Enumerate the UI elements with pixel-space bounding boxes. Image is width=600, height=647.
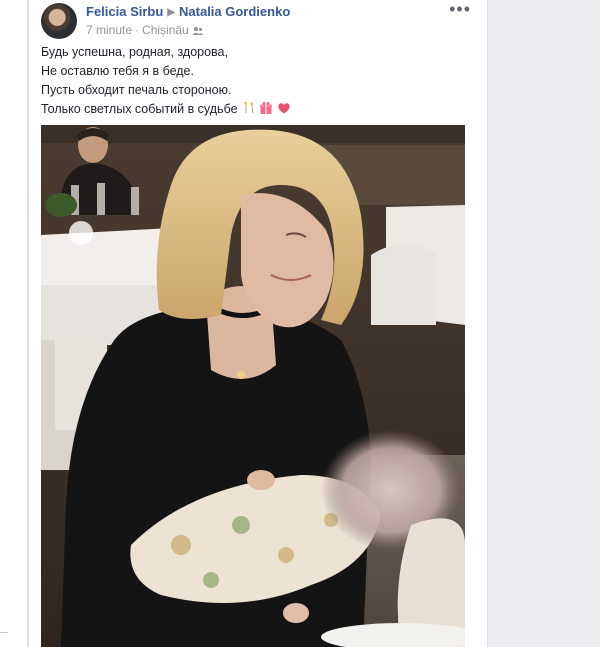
right-column <box>487 0 600 647</box>
recipient-link[interactable]: Natalia Gordienko <box>179 4 290 19</box>
friends-audience-icon[interactable] <box>192 25 204 39</box>
play-arrow-icon: ▶ <box>167 7 176 18</box>
post-message: Будь успешна, родная, здорова, Не оставл… <box>41 43 471 121</box>
left-gutter <box>0 0 28 647</box>
post-card: Felicia Sirbu ▶ Natalia Gordienko 7 minute… <box>28 0 488 647</box>
emoji-group <box>242 101 291 121</box>
author-avatar[interactable] <box>41 3 77 39</box>
author-link[interactable]: Felicia Sirbu <box>86 4 163 19</box>
heart-icon <box>277 103 290 114</box>
timestamp-link[interactable]: 7 minute <box>86 23 132 37</box>
message-line: Будь успешна, родная, здорова, <box>41 45 228 59</box>
restaurant-photo-illustration <box>41 125 465 647</box>
gutter-divider <box>0 632 8 633</box>
gift-icon <box>260 102 273 114</box>
post-meta: 7 minute · Chișinău <box>86 23 204 39</box>
post-photo[interactable] <box>41 125 465 647</box>
post-header: Felicia Sirbu ▶ Natalia Gordienko <box>86 4 290 19</box>
message-line: Только светлых событий в судьбе <box>41 102 238 116</box>
message-line: Пусть обходит печаль стороною. <box>41 83 232 97</box>
location-link[interactable]: Chișinău <box>142 23 189 37</box>
champagne-glasses-icon <box>243 102 253 114</box>
meta-separator: · <box>135 23 140 37</box>
more-options-button[interactable]: ••• <box>449 0 471 18</box>
message-line: Не оставлю тебя я в беде. <box>41 64 194 78</box>
